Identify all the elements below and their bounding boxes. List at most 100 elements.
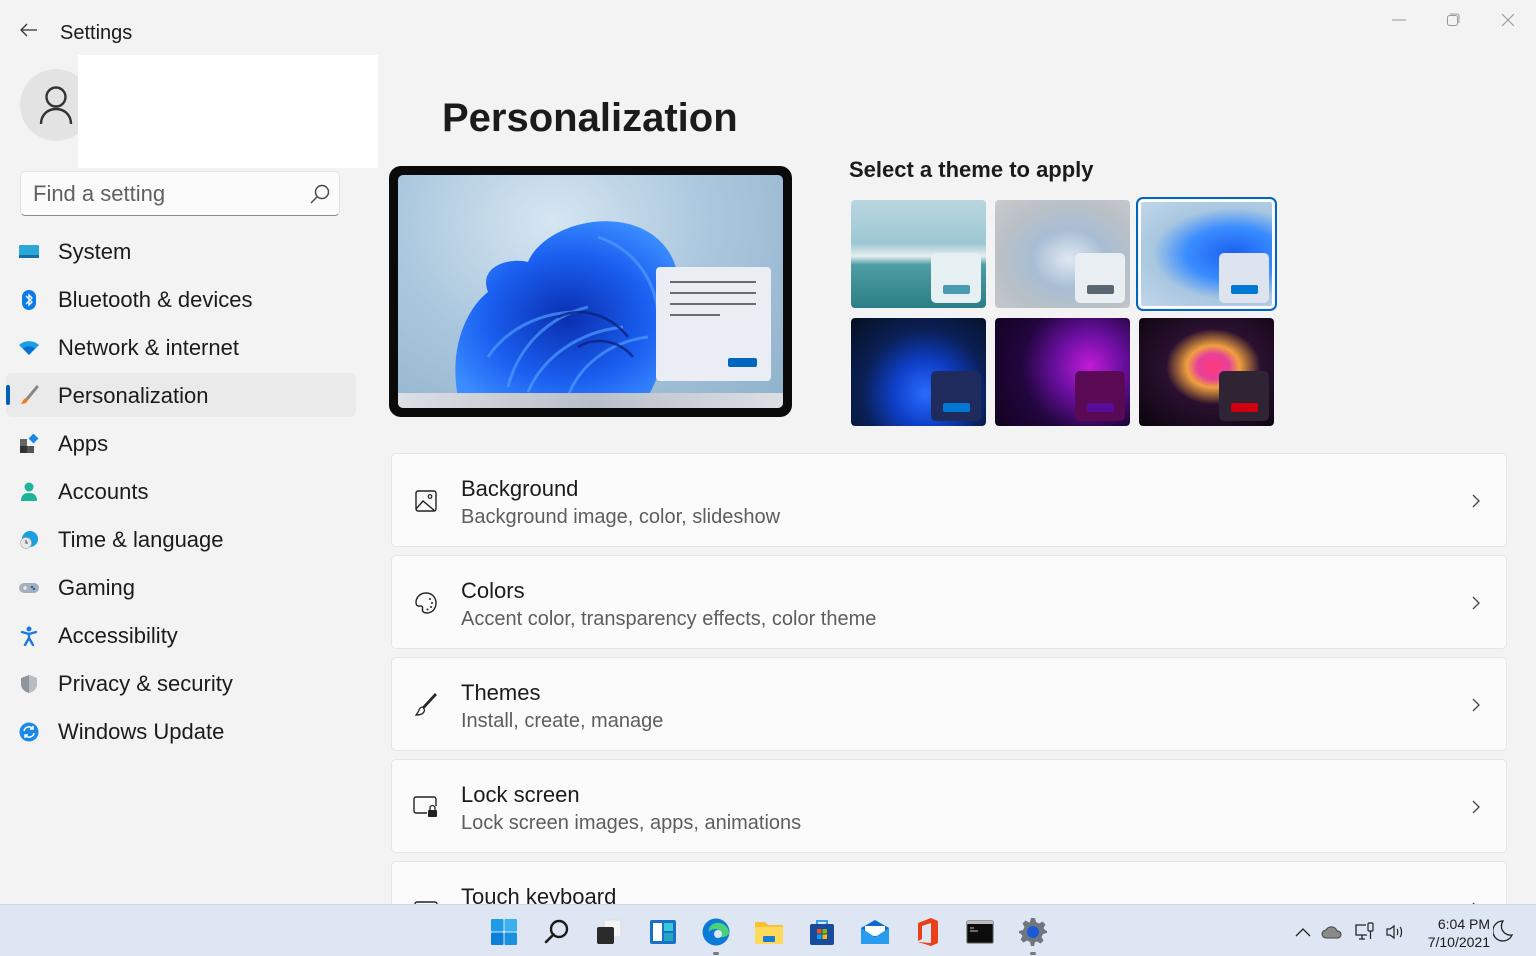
network-icon: [1354, 922, 1376, 942]
sidebar-nav: System Bluetooth & devices Network & int…: [6, 229, 356, 757]
taskbar-terminal[interactable]: [965, 917, 995, 947]
focus-assist-button[interactable]: [1492, 921, 1514, 941]
sidebar-item-apps[interactable]: Apps: [6, 421, 356, 465]
apps-icon: [18, 433, 40, 455]
system-icon: [18, 241, 40, 263]
volume-icon: [1385, 924, 1405, 940]
office-icon: [915, 917, 941, 947]
search-box[interactable]: [20, 171, 340, 216]
wifi-icon: [18, 337, 40, 359]
card-title: Lock screen: [461, 782, 580, 808]
sidebar-item-privacy[interactable]: Privacy & security: [6, 661, 356, 705]
sidebar-item-label: Apps: [58, 431, 108, 457]
shield-icon: [18, 673, 40, 695]
image-icon: [412, 487, 440, 515]
sidebar-item-network[interactable]: Network & internet: [6, 325, 356, 369]
network-button[interactable]: [1354, 922, 1376, 942]
theme-thumbnail[interactable]: [1139, 318, 1274, 426]
theme-thumbnail[interactable]: [851, 200, 986, 308]
sidebar-item-label: Privacy & security: [58, 671, 233, 697]
maximize-button[interactable]: [1426, 4, 1480, 36]
close-button[interactable]: [1481, 4, 1535, 36]
volume-button[interactable]: [1384, 922, 1406, 942]
clock[interactable]: 6:04 PM 7/10/2021: [1418, 915, 1490, 951]
chevron-right-icon: [1466, 490, 1486, 512]
moon-icon: [1493, 920, 1513, 942]
card-subtitle: Accent color, transparency effects, colo…: [461, 608, 876, 631]
card-lock-screen[interactable]: Lock screen Lock screen images, apps, an…: [391, 759, 1507, 853]
minimize-button[interactable]: [1372, 4, 1426, 36]
card-background[interactable]: Background Background image, color, slid…: [391, 453, 1507, 547]
title-bar: Settings: [0, 0, 1536, 50]
update-icon: [18, 721, 40, 743]
taskbar: 6:04 PM 7/10/2021: [0, 904, 1536, 956]
taskbar-start[interactable]: [489, 917, 519, 947]
sidebar-item-gaming[interactable]: Gaming: [6, 565, 356, 609]
card-subtitle: Lock screen images, apps, animations: [461, 812, 801, 835]
app-title: Settings: [60, 22, 132, 45]
theme-thumbnail[interactable]: [1139, 200, 1274, 308]
taskbar-edge[interactable]: [701, 917, 731, 947]
chevron-up-icon: [1295, 927, 1311, 937]
terminal-icon: [966, 920, 994, 944]
back-button[interactable]: [14, 16, 44, 44]
close-icon: [1501, 13, 1515, 27]
accessibility-icon: [18, 625, 40, 647]
sidebar-item-label: Personalization: [58, 383, 208, 409]
sidebar-item-accounts[interactable]: Accounts: [6, 469, 356, 513]
theme-thumbnail[interactable]: [995, 200, 1130, 308]
sidebar-item-label: Windows Update: [58, 719, 224, 745]
theme-preview: [389, 166, 792, 417]
clock-time: 6:04 PM: [1418, 915, 1490, 933]
sidebar-item-system[interactable]: System: [6, 229, 356, 273]
running-indicator: [1030, 952, 1036, 955]
sidebar-item-bluetooth[interactable]: Bluetooth & devices: [6, 277, 356, 321]
sidebar-item-time-language[interactable]: Time & language: [6, 517, 356, 561]
card-title: Colors: [461, 578, 525, 604]
running-indicator: [713, 952, 719, 955]
person-icon: [18, 481, 40, 503]
theme-thumbnail[interactable]: [995, 318, 1130, 426]
taskbar-store[interactable]: [807, 917, 837, 947]
card-themes[interactable]: Themes Install, create, manage: [391, 657, 1507, 751]
sidebar-item-label: Network & internet: [58, 335, 239, 361]
show-hidden-icons-button[interactable]: [1292, 922, 1314, 942]
themes-label: Select a theme to apply: [849, 157, 1094, 183]
minimize-icon: [1392, 19, 1406, 21]
sidebar-item-windows-update[interactable]: Windows Update: [6, 709, 356, 753]
taskbar-task-view[interactable]: [594, 917, 624, 947]
palette-icon: [412, 589, 440, 617]
card-colors[interactable]: Colors Accent color, transparency effect…: [391, 555, 1507, 649]
gear-icon: [1018, 917, 1048, 947]
sidebar-item-accessibility[interactable]: Accessibility: [6, 613, 356, 657]
chevron-right-icon: [1466, 592, 1486, 614]
gamepad-icon: [18, 577, 40, 599]
theme-thumbnail[interactable]: [851, 318, 986, 426]
taskbar-settings[interactable]: [1018, 917, 1048, 947]
lock-screen-icon: [412, 793, 440, 821]
taskbar-search[interactable]: [542, 917, 572, 947]
sidebar-item-label: System: [58, 239, 131, 265]
taskbar-mail[interactable]: [860, 917, 890, 947]
page-title: Personalization: [442, 96, 738, 141]
taskbar-office[interactable]: [913, 917, 943, 947]
search-icon[interactable]: [309, 183, 331, 205]
windows-start-icon: [490, 918, 518, 946]
onedrive-button[interactable]: [1321, 922, 1343, 942]
widgets-icon: [649, 918, 677, 946]
taskbar-widgets[interactable]: [648, 917, 678, 947]
onedrive-cloud-icon: [1321, 925, 1343, 939]
chevron-right-icon: [1466, 796, 1486, 818]
preview-window: [656, 267, 771, 381]
search-input[interactable]: [33, 172, 303, 215]
chevron-right-icon: [1466, 694, 1486, 716]
mail-icon: [860, 919, 890, 945]
card-title: Themes: [461, 680, 540, 706]
sidebar-item-label: Accounts: [58, 479, 149, 505]
active-indicator: [6, 385, 10, 405]
clock-date: 7/10/2021: [1418, 933, 1490, 951]
theme-grid: [851, 200, 1275, 426]
sidebar-item-personalization[interactable]: Personalization: [6, 373, 356, 417]
sidebar-item-label: Gaming: [58, 575, 135, 601]
taskbar-file-explorer[interactable]: [754, 917, 784, 947]
